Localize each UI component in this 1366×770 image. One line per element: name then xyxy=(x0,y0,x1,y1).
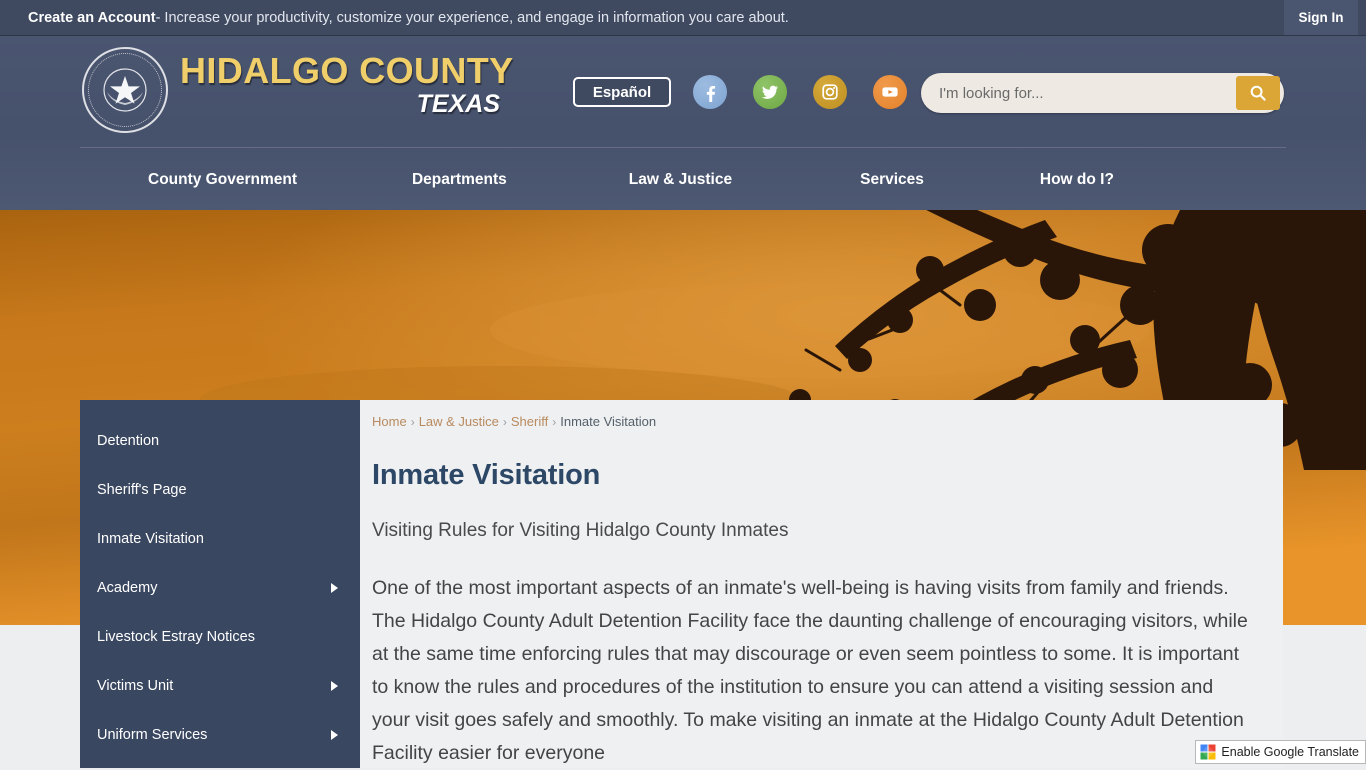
facebook-icon[interactable] xyxy=(693,75,727,109)
breadcrumb: Home › Law & Justice › Sheriff › Inmate Visita… xyxy=(372,414,1253,429)
main-navigation: County Government Departments Law & Just… xyxy=(80,149,1286,210)
chevron-right-icon xyxy=(331,681,338,691)
county-seal-logo[interactable] xyxy=(82,47,168,133)
espanol-button[interactable]: Español xyxy=(573,77,671,107)
breadcrumb-item-sheriff[interactable]: Sheriff xyxy=(511,414,548,429)
sidebar-item-label: Uniform Services xyxy=(97,727,331,743)
nav-item-county-government[interactable]: County Government xyxy=(148,171,297,189)
search-icon xyxy=(1249,84,1267,102)
main-content-column: Home › Law & Justice › Sheriff › Inmate Visita… xyxy=(360,400,1283,768)
breadcrumb-separator: › xyxy=(503,415,507,429)
youtube-icon[interactable] xyxy=(873,75,907,109)
chevron-right-icon xyxy=(331,730,338,740)
breadcrumb-separator: › xyxy=(411,415,415,429)
page-title: Inmate Visitation xyxy=(372,459,1253,492)
section-sidebar-navigation: Detention Sheriff's Page Inmate Visitati… xyxy=(80,400,360,768)
logo-title: HIDALGO COUNTY xyxy=(180,52,580,90)
sidebar-item-label: Sheriff's Page xyxy=(97,482,338,498)
content-area: Detention Sheriff's Page Inmate Visitati… xyxy=(80,400,1283,768)
sidebar-item-sheriffs-page[interactable]: Sheriff's Page xyxy=(80,465,360,514)
sidebar-item-label: Detention xyxy=(97,433,338,449)
nav-item-how-do-i[interactable]: How do I? xyxy=(1040,171,1114,189)
sidebar-item-inmate-visitation[interactable]: Inmate Visitation xyxy=(80,514,360,563)
breadcrumb-item-home[interactable]: Home xyxy=(372,414,407,429)
social-links xyxy=(693,75,907,109)
search-button[interactable] xyxy=(1236,76,1280,110)
account-bar-tagline: - Increase your productivity, customize … xyxy=(156,10,789,26)
sidebar-item-victims-unit[interactable]: Victims Unit xyxy=(80,661,360,710)
sidebar-item-label: Academy xyxy=(97,580,331,596)
page-subtitle: Visiting Rules for Visiting Hidalgo Coun… xyxy=(372,520,1253,542)
sidebar-item-uniform-services[interactable]: Uniform Services xyxy=(80,710,360,759)
account-bar-text: Create an Account - Increase your produc… xyxy=(0,10,1366,26)
twitter-icon[interactable] xyxy=(753,75,787,109)
create-account-link[interactable]: Create an Account xyxy=(28,10,156,26)
google-translate-icon xyxy=(1200,744,1216,760)
search-bar xyxy=(921,73,1284,113)
breadcrumb-item-current: Inmate Visitation xyxy=(560,414,656,429)
google-translate-widget[interactable]: Enable Google Translate xyxy=(1195,740,1366,764)
sidebar-item-livestock-estray-notices[interactable]: Livestock Estray Notices xyxy=(80,612,360,661)
logo-subtitle: TEXAS xyxy=(180,91,500,119)
nav-item-departments[interactable]: Departments xyxy=(412,171,507,189)
breadcrumb-separator: › xyxy=(552,415,556,429)
header-divider xyxy=(80,147,1286,148)
site-logo-wordmark[interactable]: HIDALGO COUNTY TEXAS xyxy=(180,52,580,118)
sidebar-item-detention[interactable]: Detention xyxy=(80,416,360,465)
instagram-icon[interactable] xyxy=(813,75,847,109)
sidebar-item-label: Livestock Estray Notices xyxy=(97,629,338,645)
account-bar: Create an Account - Increase your produc… xyxy=(0,0,1366,36)
nav-item-law-justice[interactable]: Law & Justice xyxy=(629,171,732,189)
nav-item-services[interactable]: Services xyxy=(860,171,924,189)
google-translate-label: Enable Google Translate xyxy=(1221,745,1359,759)
chevron-right-icon xyxy=(331,583,338,593)
sidebar-item-label: Victims Unit xyxy=(97,678,331,694)
sidebar-item-label: Inmate Visitation xyxy=(97,531,338,547)
breadcrumb-item-law-justice[interactable]: Law & Justice xyxy=(419,414,499,429)
site-header: HIDALGO COUNTY TEXAS Español xyxy=(0,36,1366,210)
seal-inner-ring xyxy=(88,53,162,127)
sign-in-button[interactable]: Sign In xyxy=(1284,0,1358,35)
search-input[interactable] xyxy=(921,75,1236,111)
body-paragraph: One of the most important aspects of an … xyxy=(372,572,1253,770)
sidebar-item-academy[interactable]: Academy xyxy=(80,563,360,612)
